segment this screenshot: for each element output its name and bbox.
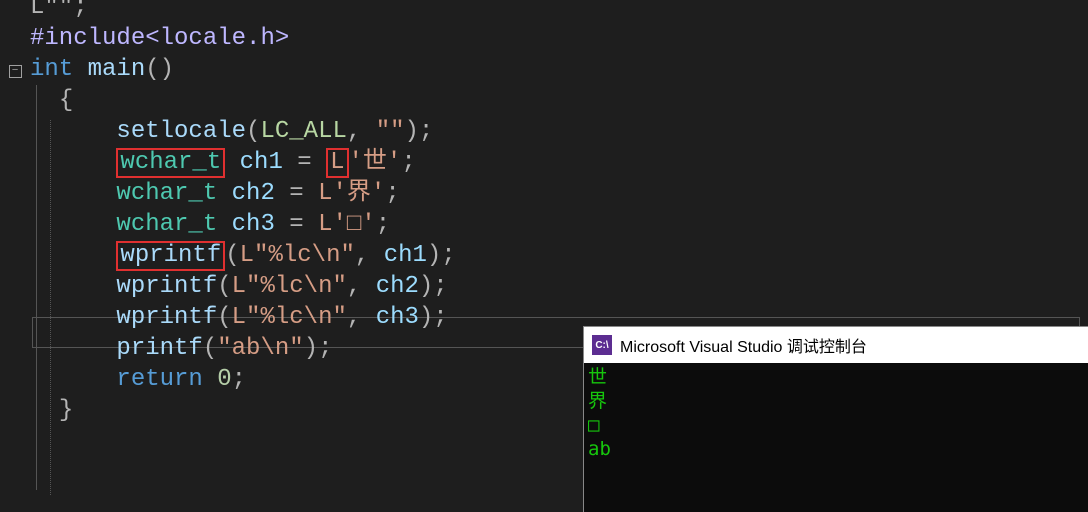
console-line: □ [588, 413, 1084, 437]
keyword-int: int [30, 56, 73, 83]
func-wprintf: wprintf [116, 304, 217, 331]
highlight-box: L [326, 148, 348, 178]
func-setlocale: setlocale [116, 118, 246, 145]
var-ch3: ch3 [232, 211, 275, 238]
visual-studio-icon: C:\ [592, 335, 612, 355]
brace-close: } [59, 397, 73, 424]
const-lcall: LC_ALL [260, 118, 346, 145]
console-title: Microsoft Visual Studio 调试控制台 [620, 333, 867, 357]
console-titlebar[interactable]: C:\ Microsoft Visual Studio 调试控制台 [584, 327, 1088, 363]
console-line: ab [588, 437, 1084, 461]
func-main: main [88, 56, 146, 83]
func-printf: printf [116, 335, 202, 362]
type-wchar: wchar_t [116, 180, 217, 207]
console-line: 界 [588, 389, 1084, 413]
parens: () [145, 56, 174, 83]
console-line: 世 [588, 365, 1084, 389]
char-literal: '世' [349, 149, 402, 176]
var-ch2: ch2 [232, 180, 275, 207]
debug-console-window[interactable]: C:\ Microsoft Visual Studio 调试控制台 世 界 □ … [583, 326, 1088, 512]
format-string: "ab\n" [217, 335, 303, 362]
func-wprintf: wprintf [116, 273, 217, 300]
var-ch1: ch1 [240, 149, 283, 176]
format-string: L"%lc\n" [232, 273, 347, 300]
prefix-L: L [330, 149, 344, 176]
type-wchar: wchar_t [116, 211, 217, 238]
char-literal: '界' [333, 180, 386, 207]
include-directive: #include<locale.h> [30, 25, 289, 52]
format-string: L"%lc\n" [240, 242, 355, 269]
keyword-return: return [116, 366, 202, 393]
brace-open: { [59, 87, 73, 114]
format-string: L"%lc\n" [232, 304, 347, 331]
func-wprintf: wprintf [120, 242, 221, 269]
fold-icon[interactable]: − [9, 65, 22, 78]
string-empty: "" [376, 118, 405, 145]
number-zero: 0 [217, 366, 231, 393]
highlight-box: wchar_t [116, 148, 225, 178]
highlight-box: wprintf [116, 241, 225, 271]
type-wchar: wchar_t [120, 149, 221, 176]
console-output[interactable]: 世 界 □ ab [584, 363, 1088, 463]
char-literal: '□' [333, 211, 376, 238]
code-text: L""; [30, 0, 88, 21]
